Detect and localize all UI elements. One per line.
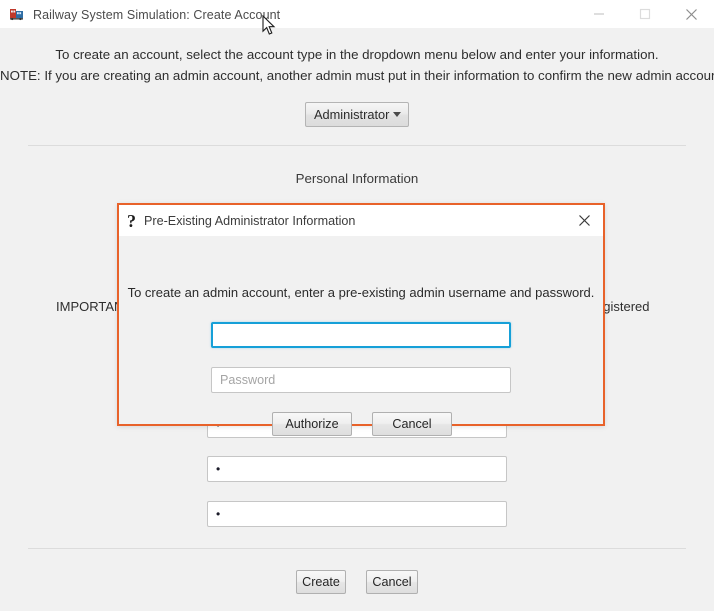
pre-existing-admin-dialog: ? Pre-Existing Administrator Information… bbox=[117, 203, 605, 436]
chevron-down-icon bbox=[393, 112, 402, 117]
admin-username-input[interactable] bbox=[211, 322, 511, 348]
window-title: Railway System Simulation: Create Accoun… bbox=[33, 7, 281, 22]
instructions-block: To create an account, select the account… bbox=[0, 44, 714, 86]
dialog-title: Pre-Existing Administrator Information bbox=[144, 213, 356, 228]
dialog-body: To create an admin account, enter a pre-… bbox=[119, 236, 603, 436]
personal-information-label: Personal Information bbox=[295, 171, 419, 186]
close-button[interactable] bbox=[668, 0, 714, 28]
railway-train-icon bbox=[9, 6, 25, 22]
minimize-button[interactable] bbox=[576, 0, 622, 28]
window-titlebar: Railway System Simulation: Create Accoun… bbox=[0, 0, 714, 28]
instructions-line-1: To create an account, select the account… bbox=[55, 47, 659, 62]
close-icon bbox=[685, 8, 697, 20]
personal-info-field-2[interactable]: • bbox=[207, 456, 507, 482]
create-button[interactable]: Create bbox=[296, 570, 346, 594]
maximize-button[interactable] bbox=[622, 0, 668, 28]
personal-info-field-3[interactable]: • bbox=[207, 501, 507, 527]
field-value: • bbox=[216, 507, 221, 521]
account-type-selected-value: Administrator bbox=[314, 107, 390, 122]
application-window: Railway System Simulation: Create Accoun… bbox=[0, 0, 714, 611]
minimize-icon bbox=[594, 13, 604, 15]
dialog-cancel-button[interactable]: Cancel bbox=[372, 412, 452, 436]
maximize-icon bbox=[639, 8, 651, 20]
important-notice-text: IMPORTAN bbox=[56, 299, 124, 314]
cancel-button[interactable]: Cancel bbox=[366, 570, 418, 594]
account-type-dropdown[interactable]: Administrator bbox=[305, 102, 409, 127]
dialog-message: To create an admin account, enter a pre-… bbox=[127, 285, 595, 300]
close-icon bbox=[578, 215, 590, 226]
authorize-button[interactable]: Authorize bbox=[272, 412, 352, 436]
instructions-line-2: NOTE: If you are creating an admin accou… bbox=[0, 68, 714, 83]
divider-bottom bbox=[28, 548, 686, 549]
dialog-titlebar: ? Pre-Existing Administrator Information bbox=[119, 205, 603, 236]
admin-password-input[interactable]: Password bbox=[211, 367, 511, 393]
question-mark-icon: ? bbox=[127, 211, 136, 231]
divider-top bbox=[28, 145, 686, 146]
field-value: • bbox=[216, 462, 221, 476]
admin-password-placeholder: Password bbox=[220, 373, 276, 387]
dialog-close-button[interactable] bbox=[565, 205, 603, 236]
window-controls bbox=[576, 0, 714, 28]
